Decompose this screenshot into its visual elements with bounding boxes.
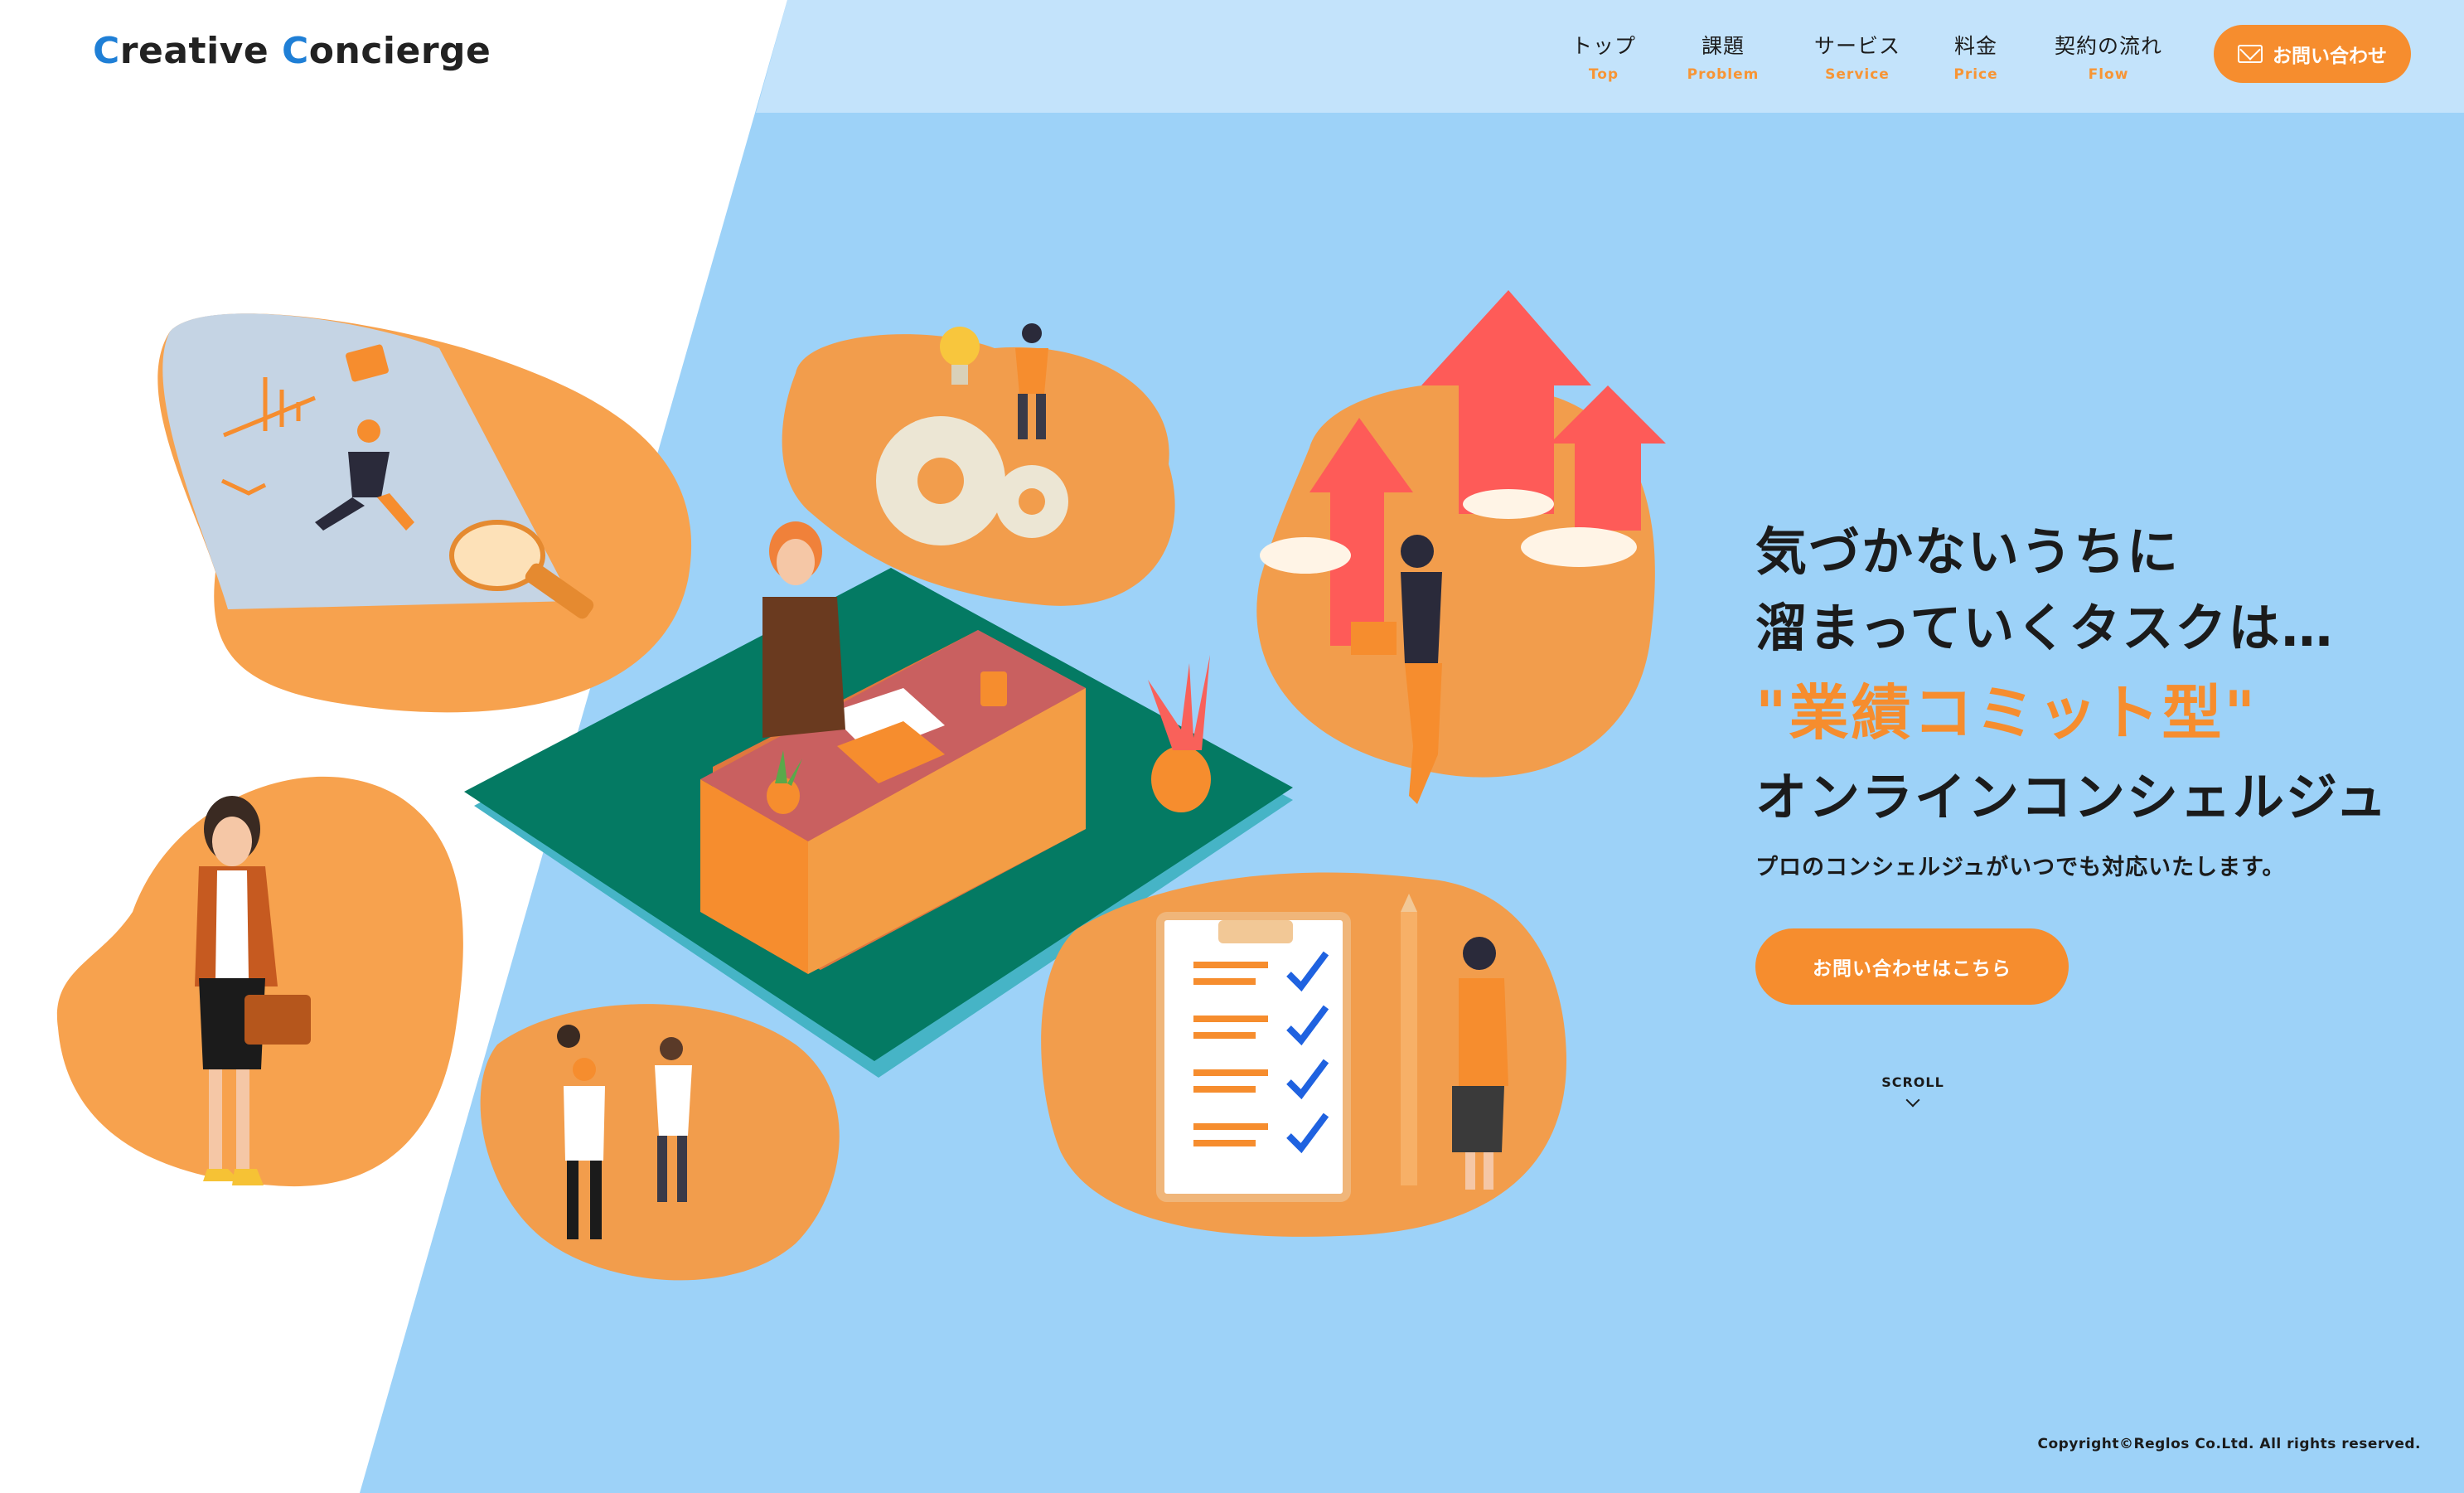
landing-page: Creative Concierge トップ Top 課題 Problem サー… (0, 0, 2464, 1493)
nav-item-sublabel: Flow (2088, 66, 2129, 83)
global-nav: トップ Top 課題 Problem サービス Service 料金 Price… (0, 30, 2464, 96)
nav-item-label: 契約の流れ (2054, 34, 2162, 58)
scroll-indicator[interactable]: SCROLL (1871, 1074, 1954, 1108)
mail-icon (2238, 45, 2263, 63)
nav-item-label: 料金 (1953, 34, 1997, 58)
nav-item-label: 課題 (1701, 34, 1745, 58)
contact-button-label: お問い合わせ (2273, 46, 2387, 67)
nav-item-price[interactable]: 料金 Price (1947, 30, 2005, 83)
scroll-label: SCROLL (1881, 1074, 1944, 1090)
nav-item-label: サービス (1813, 34, 1900, 58)
nav-item-service[interactable]: サービス Service (1809, 30, 1905, 83)
nav-item-flow[interactable]: 契約の流れ Flow (2050, 30, 2166, 83)
nav-item-sublabel: Problem (1687, 66, 1760, 83)
cta-contact-button[interactable]: お問い合わせはこちら (1755, 928, 2069, 1005)
contact-button[interactable]: お問い合わせ (2214, 25, 2411, 83)
hero-subtitle: プロのコンシェルジュがいつでも対応いたします。 (1755, 855, 2286, 880)
hero-accent-headline: "業績コミット型" (1755, 678, 2258, 748)
hero-headline-line-1: 気づかないうちに (1755, 521, 2181, 582)
nav-item-label: トップ (1571, 34, 1636, 58)
nav-item-sublabel: Top (1588, 66, 1619, 83)
hero-copy: 気づかないうちに 溜まっていくタスクは… "業績コミット型" オンラインコンシェ… (1755, 514, 2418, 881)
nav-item-top[interactable]: トップ Top (1571, 30, 1637, 83)
blob-jumping-man (157, 313, 692, 713)
nav-item-sublabel: Price (1953, 66, 1998, 83)
hero-headline-line-2: 溜まっていくタスクは… (1755, 598, 2335, 658)
hero-headline-line-3: オンラインコンシェルジュ (1755, 767, 2389, 827)
blob-checklist (1041, 872, 1566, 1237)
blob-businesswoman (56, 776, 463, 1187)
nav-item-problem[interactable]: 課題 Problem (1686, 30, 1760, 83)
copyright-text: Copyright©Reglos Co.Ltd. All rights rese… (2037, 1436, 2421, 1452)
chevron-down-icon (1905, 1093, 1920, 1108)
nav-item-sublabel: Service (1825, 66, 1890, 83)
